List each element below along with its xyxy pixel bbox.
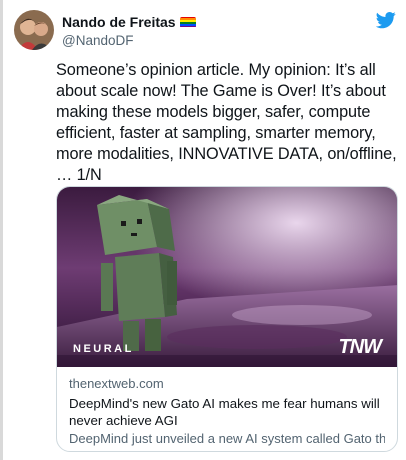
avatar[interactable] (14, 10, 54, 50)
card-domain: thenextweb.com (69, 376, 164, 391)
thread-line (0, 0, 3, 460)
twitter-bird-icon[interactable] (376, 10, 396, 30)
author-block[interactable]: Nando de Freitas @NandoDF (62, 13, 196, 48)
tweet-header: Nando de Freitas @NandoDF (14, 8, 398, 52)
card-image[interactable]: NEURAL TNW (57, 187, 397, 367)
card-body[interactable]: thenextweb.com DeepMind's new Gato AI ma… (57, 367, 397, 447)
neural-logo: NEURAL (73, 343, 134, 355)
tweet-text: Someone’s opinion article. My opinion: I… (56, 61, 397, 184)
rainbow-flag-icon (179, 16, 196, 28)
card-title[interactable]: DeepMind's new Gato AI makes me fear hum… (69, 395, 385, 429)
tnw-logo: TNW (338, 336, 382, 358)
link-card[interactable]: NEURAL TNW thenextweb.com DeepMind's new… (56, 186, 398, 452)
card-description: DeepMind just unveiled a new AI system c… (69, 431, 385, 446)
display-name[interactable]: Nando de Freitas (62, 14, 176, 30)
user-handle[interactable]: @NandoDF (62, 33, 196, 48)
